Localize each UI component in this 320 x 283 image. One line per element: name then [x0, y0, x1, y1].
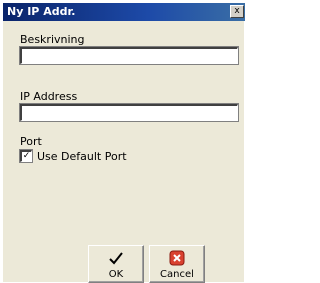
- cancel-button[interactable]: Cancel: [149, 245, 205, 283]
- port-label: Port: [20, 135, 42, 148]
- use-default-port-label: Use Default Port: [37, 149, 127, 163]
- close-icon: x: [234, 6, 240, 16]
- ok-checkmark-icon: [89, 249, 143, 267]
- cancel-button-label: Cancel: [160, 269, 194, 280]
- ok-button-label: OK: [108, 269, 124, 280]
- use-default-port-checkbox[interactable]: ✓: [19, 149, 33, 163]
- description-input[interactable]: [19, 46, 239, 65]
- window-title: Ny IP Addr.: [7, 5, 76, 18]
- use-default-port-row[interactable]: ✓ Use Default Port: [19, 149, 127, 163]
- cancel-x-icon: [150, 249, 204, 267]
- ip-address-input[interactable]: [19, 103, 239, 122]
- ip-address-label: IP Address: [20, 90, 78, 103]
- title-bar[interactable]: Ny IP Addr. x: [3, 3, 245, 21]
- dialog-window: Ny IP Addr. x Beskrivning IP Address Por…: [2, 2, 245, 283]
- ok-button[interactable]: OK: [88, 245, 144, 283]
- description-label: Beskrivning: [20, 33, 85, 46]
- checkmark-icon: ✓: [22, 151, 31, 161]
- close-button[interactable]: x: [230, 5, 244, 18]
